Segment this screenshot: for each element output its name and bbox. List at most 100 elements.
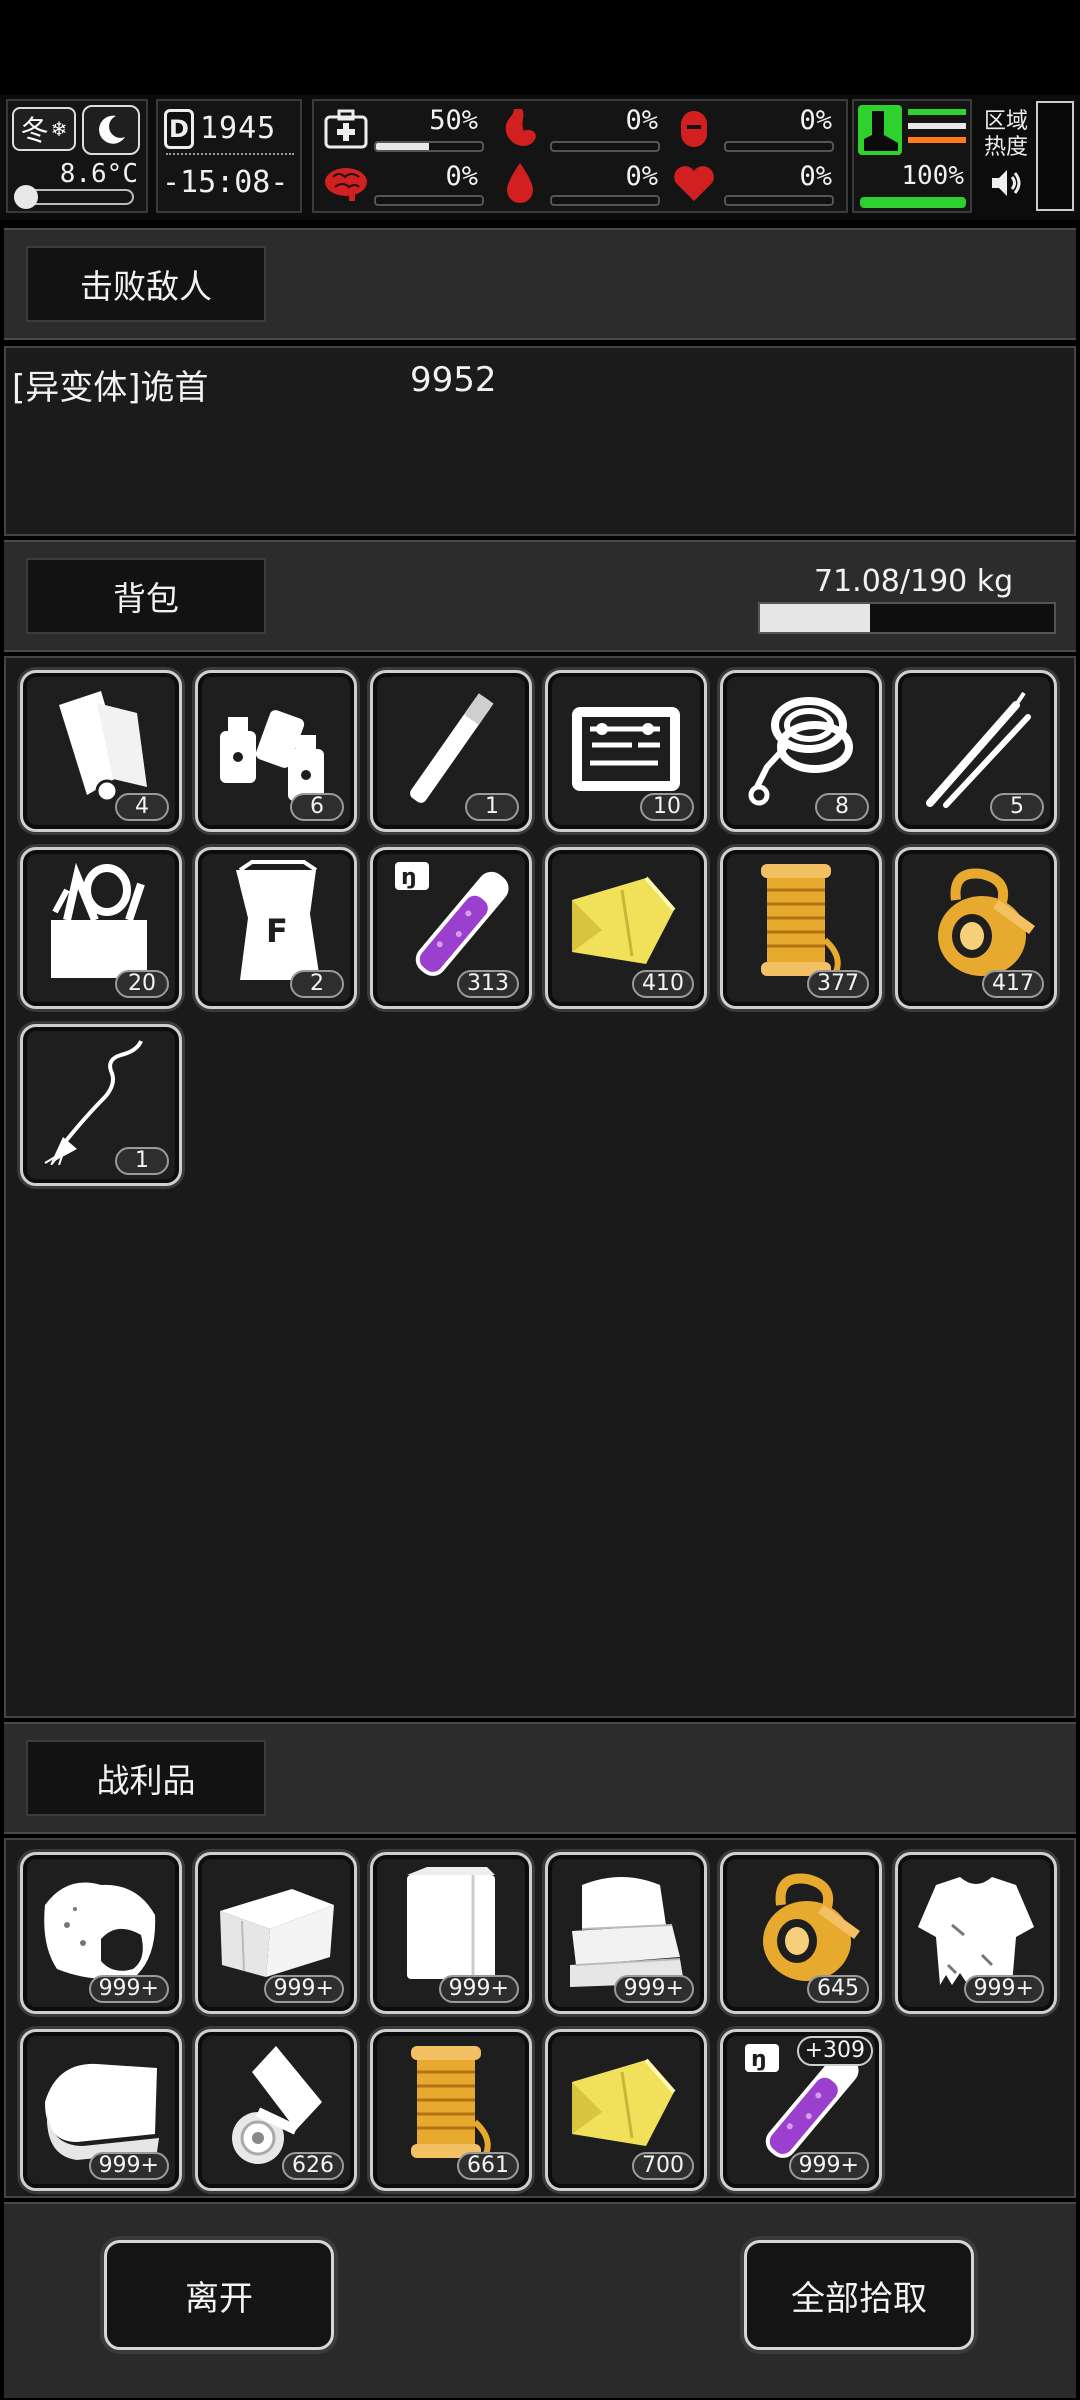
status-bar: 冬 ❄ 8.6°C D 1945 -15:08- 50% 0% 0% 0% 0%… [0,95,1080,220]
blood-drop-icon [496,159,544,207]
brain-bar [374,195,484,206]
backpack-item-slot[interactable]: F2 [195,847,357,1009]
speaker-icon[interactable] [988,165,1028,205]
backpack-item-slot[interactable]: 4 [20,670,182,832]
heart-bar [724,195,834,206]
body-status-panel: 50% 0% 0% 0% 0% 0% [312,99,848,213]
backpack-panel: 4 6 1 10 8 5 20 F 2 ŋ 313 410 377 417 1 [4,656,1076,1718]
item-count: 5 [990,793,1044,821]
lung-percent: 0% [799,105,832,136]
backpack-item-slot[interactable]: 5 [895,670,1057,832]
stomach-icon [496,105,544,153]
item-count: 999+ [963,1975,1044,2003]
item-count: 999+ [613,1975,694,2003]
stamina-stripes [908,109,966,143]
item-count: 999+ [263,1975,344,2003]
svg-text:ŋ: ŋ [751,2047,767,2072]
item-count: 20 [115,970,169,998]
loot-item-slot[interactable]: 999+ [370,1852,532,2014]
enemy-value: 9952 [410,360,497,400]
day-time-panel: D 1945 -15:08- [156,99,302,213]
leave-button[interactable]: 离开 [104,2240,334,2350]
backpack-grid: 4 6 1 10 8 5 20 F 2 ŋ 313 410 377 417 1 [20,670,1057,1186]
brain-icon [322,159,370,207]
svg-text:ŋ: ŋ [401,865,417,890]
item-count: 999+ [88,1975,169,2003]
defeated-header: 击败敌人 [4,228,1076,340]
loot-item-slot[interactable]: 626 [195,2029,357,2191]
defeated-panel: [异变体]诡首 9952 [4,346,1076,536]
loot-header: 战利品 [4,1722,1076,1834]
item-count: 661 [457,2152,519,2180]
take-all-button[interactable]: 全部拾取 [744,2240,974,2350]
backpack-header: 背包 71.08/190 kg [4,540,1076,652]
health-bar [374,141,484,152]
brain-percent: 0% [445,161,478,192]
loot-item-slot[interactable]: 999+ [20,2029,182,2191]
loot-grid: 999+ 999+ 999+ 999+ 645 999+ 999+ 626 661 700 ŋ 999… [20,1852,1057,2191]
loot-item-slot[interactable]: 999+ [545,1852,707,2014]
item-count: 10 [640,793,694,821]
svg-text:F: F [266,912,288,950]
defeated-tab[interactable]: 击败敌人 [26,246,266,322]
item-count: 1 [465,793,519,821]
item-count: 410 [632,970,694,998]
loot-tab[interactable]: 战利品 [26,1740,266,1816]
item-count: 8 [815,793,869,821]
item-count: 417 [982,970,1044,998]
backpack-item-slot[interactable]: 417 [895,847,1057,1009]
backpack-item-slot[interactable]: 1 [20,1024,182,1186]
backpack-item-slot[interactable]: 8 [720,670,882,832]
heart-icon [670,159,718,207]
stamina-percent: 100% [901,161,964,191]
stomach-bar [550,141,660,152]
loot-item-slot[interactable]: 999+ [20,1852,182,2014]
backpack-item-slot[interactable]: 377 [720,847,882,1009]
zone-heat-label: 区域热度 [984,109,1029,160]
enemy-name: [异变体]诡首 [12,368,209,408]
loot-item-slot[interactable]: ŋ 999+ +309 [720,2029,882,2191]
loot-item-slot[interactable]: 999+ [895,1852,1057,2014]
item-count: 700 [632,2152,694,2180]
lung-icon [670,105,718,153]
backpack-tab[interactable]: 背包 [26,558,266,634]
loot-item-slot[interactable]: 999+ [195,1852,357,2014]
item-count: 4 [115,793,169,821]
day-counter: 1945 [200,111,277,146]
moon-icon [82,105,140,155]
backpack-item-slot[interactable]: 20 [20,847,182,1009]
boot-icon [858,105,902,155]
item-count: 6 [290,793,344,821]
item-count: 626 [282,2152,344,2180]
winter-icon: 冬 ❄ [12,107,76,151]
zone-heat-meter [1036,101,1074,211]
heart-percent: 0% [799,161,832,192]
loot-item-slot[interactable]: 700 [545,2029,707,2191]
backpack-item-slot[interactable]: 6 [195,670,357,832]
thermometer-icon [14,185,134,209]
weather-panel: 冬 ❄ 8.6°C [6,99,148,213]
health-percent: 50% [429,105,478,136]
temperature-label: 8.6°C [59,159,138,189]
item-count: 2 [290,970,344,998]
blood-bar [550,195,660,206]
loot-item-slot[interactable]: 661 [370,2029,532,2191]
item-count: 999+ [438,1975,519,2003]
backpack-item-slot[interactable]: 10 [545,670,707,832]
item-bonus-badge: +309 [796,2036,873,2066]
weight-bar [758,602,1056,634]
item-count: 645 [807,1975,869,2003]
item-count: 1 [115,1147,169,1175]
loot-item-slot[interactable]: 645 [720,1852,882,2014]
clock-time: -15:08- [162,165,289,200]
stamina-panel: 100% [852,99,972,213]
item-count: 999+ [88,2152,169,2180]
backpack-weight: 71.08/190 kg [814,564,1014,599]
item-count: 313 [457,970,519,998]
stamina-bar [860,197,966,208]
backpack-item-slot[interactable]: ŋ 313 [370,847,532,1009]
season-label: 冬 [20,114,49,147]
backpack-item-slot[interactable]: 1 [370,670,532,832]
backpack-item-slot[interactable]: 410 [545,847,707,1009]
lung-bar [724,141,834,152]
